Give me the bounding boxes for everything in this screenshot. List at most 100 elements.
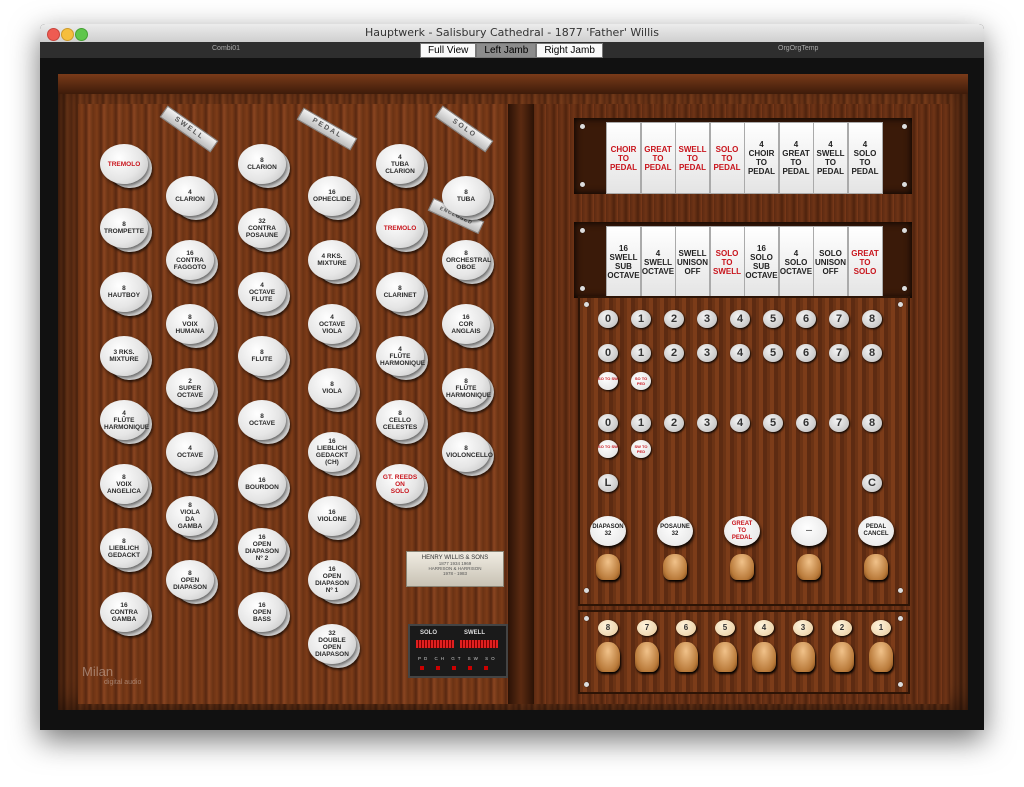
drawstop-face[interactable]: 16 BOURDON: [238, 464, 286, 504]
drawstop-face[interactable]: 4 CLARION: [166, 176, 214, 216]
drawstop-face[interactable]: TREMOLO: [376, 208, 424, 248]
drawstop[interactable]: 2 SUPER OCTAVE: [166, 368, 220, 412]
drawstop-face[interactable]: 8 CLARINET: [376, 272, 424, 312]
drawstop-face[interactable]: 8 TUBA: [442, 176, 490, 216]
toe-piston-knob[interactable]: [713, 642, 737, 672]
drawstop-face[interactable]: 4 OCTAVE VIOLA: [308, 304, 356, 344]
drawstop[interactable]: 4 RKS. MIXTURE: [308, 240, 362, 284]
coupler-tablet[interactable]: SOLO TO PEDAL: [709, 122, 745, 194]
drawstop[interactable]: 16 COR ANGLAIS: [442, 304, 496, 348]
drawstop[interactable]: 16 OPEN BASS: [238, 592, 292, 636]
coupler-tablet[interactable]: 16 SOLO SUB OCTAVE: [744, 226, 779, 298]
drawstop-face[interactable]: TREMOLO: [100, 144, 148, 184]
thumb-piston[interactable]: 0: [598, 344, 618, 362]
drawstop[interactable]: 4 OCTAVE FLUTE: [238, 272, 292, 316]
drawstop[interactable]: 4 FLÛTE HARMONIQUE: [376, 336, 430, 380]
drawstop-face[interactable]: 8 OPEN DIAPASON: [166, 560, 214, 600]
drawstop-face[interactable]: 16 OPHECLIDE: [308, 176, 356, 216]
tab-full-view[interactable]: Full View: [420, 43, 477, 58]
toe-piston-knob[interactable]: [830, 642, 854, 672]
drawstop[interactable]: 8 FLUTE: [238, 336, 292, 380]
toe-piston-number[interactable]: 1: [871, 620, 891, 636]
thumb-piston[interactable]: 3: [697, 414, 717, 432]
toe-stud-knob[interactable]: [596, 554, 620, 580]
toe-stud[interactable]: PEDAL CANCEL: [858, 516, 894, 546]
thumb-piston[interactable]: 4: [730, 344, 750, 362]
coupler-tablet[interactable]: 16 SWELL SUB OCTAVE: [606, 226, 641, 298]
thumb-piston[interactable]: 5: [763, 414, 783, 432]
toe-piston-knob[interactable]: [674, 642, 698, 672]
drawstop-face[interactable]: 4 OCTAVE FLUTE: [238, 272, 286, 312]
toe-stud-knob[interactable]: [663, 554, 687, 580]
toe-stud[interactable]: DIAPASON 32: [590, 516, 626, 546]
drawstop-face[interactable]: 2 SUPER OCTAVE: [166, 368, 214, 408]
toe-piston-knob[interactable]: [869, 642, 893, 672]
toe-piston-number[interactable]: 8: [598, 620, 618, 636]
thumb-piston[interactable]: 3: [697, 344, 717, 362]
coupler-tablet[interactable]: 4 SOLO OCTAVE: [778, 226, 814, 298]
thumb-piston[interactable]: 8: [862, 310, 882, 328]
drawstop[interactable]: 8 VOIX ANGELICA: [100, 464, 154, 508]
thumb-piston[interactable]: 5: [763, 310, 783, 328]
toe-stud-knob[interactable]: [730, 554, 754, 580]
drawstop-face[interactable]: 8 VOIX HUMANA: [166, 304, 214, 344]
thumb-piston[interactable]: 2: [664, 344, 684, 362]
thumb-piston[interactable]: 1: [631, 310, 651, 328]
drawstop[interactable]: 8 ORCHESTRAL OBOE: [442, 240, 496, 284]
drawstop-face[interactable]: 16 COR ANGLAIS: [442, 304, 490, 344]
thumb-piston[interactable]: 0: [598, 414, 618, 432]
drawstop-face[interactable]: 32 CONTRA POSAUNE: [238, 208, 286, 248]
drawstop[interactable]: TREMOLO: [376, 208, 430, 252]
thumb-piston[interactable]: 7: [829, 310, 849, 328]
drawstop[interactable]: 8 LIEBLICH GEDACKT: [100, 528, 154, 572]
thumb-piston[interactable]: 2: [664, 414, 684, 432]
toe-piston-number[interactable]: 7: [637, 620, 657, 636]
coupler-tablet[interactable]: SWELL TO PEDAL: [675, 122, 710, 194]
drawstop[interactable]: 4 CLARION: [166, 176, 220, 220]
coupler-tablet[interactable]: 4 SWELL OCTAVE: [640, 226, 676, 298]
drawstop-face[interactable]: 4 RKS. MIXTURE: [308, 240, 356, 280]
drawstop[interactable]: 4 OCTAVE: [166, 432, 220, 476]
drawstop[interactable]: 8 CLARINET: [376, 272, 430, 316]
drawstop[interactable]: 16 OPEN DIAPASON Nº 1: [308, 560, 362, 604]
drawstop[interactable]: 8 OCTAVE: [238, 400, 292, 444]
drawstop-face[interactable]: 8 ORCHESTRAL OBOE: [442, 240, 491, 280]
drawstop-face[interactable]: 16 VIOLONE: [308, 496, 356, 536]
tab-left-jamb[interactable]: Left Jamb: [476, 43, 537, 58]
drawstop[interactable]: 8 VIOLA: [308, 368, 362, 412]
coupler-tablet[interactable]: 4 SOLO TO PEDAL: [847, 122, 883, 194]
thumb-piston[interactable]: 5: [763, 344, 783, 362]
thumb-piston[interactable]: 7: [829, 344, 849, 362]
tab-right-jamb[interactable]: Right Jamb: [536, 43, 603, 58]
drawstop-face[interactable]: 8 HAUTBOY: [100, 272, 148, 312]
thumb-piston[interactable]: 8: [862, 344, 882, 362]
drawstop-face[interactable]: 32 DOUBLE OPEN DIAPASON: [308, 624, 356, 664]
drawstop[interactable]: 16 LIEBLICH GEDACKT (CH): [308, 432, 362, 476]
drawstop-face[interactable]: 8 OCTAVE: [238, 400, 286, 440]
thumb-piston[interactable]: 1: [631, 414, 651, 432]
drawstop-face[interactable]: 8 VIOLA DA GAMBA: [166, 496, 214, 536]
drawstop[interactable]: 8 VIOLA DA GAMBA: [166, 496, 220, 540]
cancel-left-piston[interactable]: L: [598, 474, 618, 492]
coupler-tablet[interactable]: SOLO TO SWELL: [709, 226, 745, 298]
toe-piston-number[interactable]: 2: [832, 620, 852, 636]
coupler-tablet[interactable]: CHOIR TO PEDAL: [606, 122, 641, 194]
drawstop-face[interactable]: 8 CLARION: [238, 144, 286, 184]
drawstop[interactable]: GT. REEDS ON SOLO: [376, 464, 430, 508]
thumb-piston[interactable]: 8: [862, 414, 882, 432]
coupler-tablet[interactable]: SWELL UNISON OFF: [675, 226, 710, 298]
thumb-piston[interactable]: 6: [796, 310, 816, 328]
coupler-tablet[interactable]: 4 GREAT TO PEDAL: [778, 122, 814, 194]
drawstop[interactable]: 8 TUBA: [442, 176, 496, 220]
toe-piston-knob[interactable]: [791, 642, 815, 672]
coupler-piston[interactable]: SO TO SW: [598, 372, 618, 390]
drawstop-face[interactable]: 4 TUBA CLARION: [376, 144, 424, 184]
toe-stud-knob[interactable]: [864, 554, 888, 580]
drawstop[interactable]: 4 OCTAVE VIOLA: [308, 304, 362, 348]
drawstop[interactable]: TREMOLO: [100, 144, 154, 188]
coupler-tablet[interactable]: GREAT TO SOLO: [847, 226, 883, 298]
coupler-tablet[interactable]: 4 SWELL TO PEDAL: [813, 122, 848, 194]
drawstop-face[interactable]: 4 FLÛTE HARMONIQUE: [376, 336, 425, 376]
thumb-piston[interactable]: 2: [664, 310, 684, 328]
toe-stud[interactable]: —: [791, 516, 827, 546]
